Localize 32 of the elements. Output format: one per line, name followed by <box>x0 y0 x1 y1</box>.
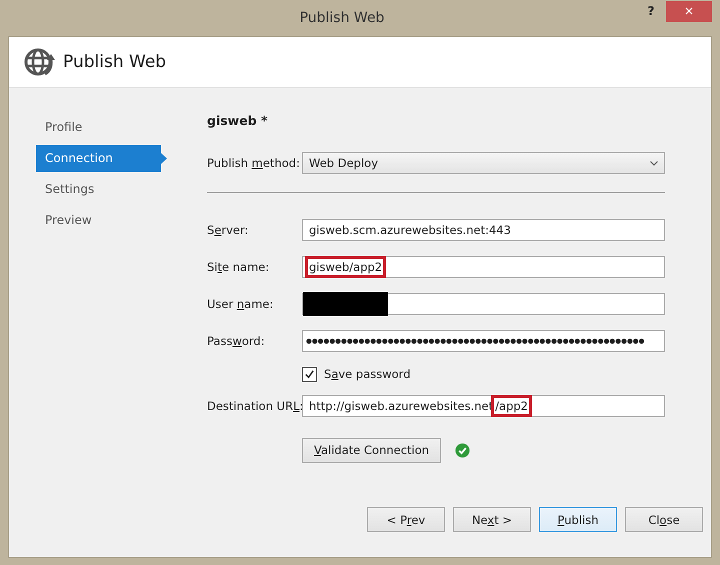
input-field[interactable]: gisweb.scm.azurewebsites.net:443 <box>302 219 665 241</box>
sidebar-item[interactable]: Profile <box>36 114 167 141</box>
header-title: Publish Web <box>63 52 166 72</box>
dialog-button[interactable]: < Prev <box>367 507 445 532</box>
profile-name: gisweb * <box>207 113 269 128</box>
dialog-button[interactable]: Close <box>625 507 703 532</box>
checkbox-label: Save password <box>324 367 411 381</box>
sidebar-item[interactable]: Settings <box>36 176 167 203</box>
input-field[interactable] <box>302 293 665 315</box>
dialog-button[interactable]: Publish <box>539 507 617 532</box>
dialog-button[interactable]: Next > <box>453 507 531 532</box>
highlighted-value: /app2 <box>491 395 532 417</box>
field-label: Site name: <box>207 260 270 274</box>
save-password-checkbox[interactable] <box>302 366 317 382</box>
input-field[interactable]: gisweb/app2 <box>302 256 665 278</box>
caret-icon <box>650 160 658 166</box>
field-label: Password: <box>207 334 266 348</box>
globe-icon <box>23 46 55 78</box>
field-label: Destination URL: <box>207 399 302 413</box>
validate-connection-button[interactable]: Validate Connection <box>302 438 442 462</box>
close-button[interactable]: × <box>666 0 712 22</box>
window-title: Publish Web <box>298 10 386 26</box>
field-label: Server: <box>207 223 250 237</box>
help-button[interactable]: ? <box>636 1 666 21</box>
sidebar-item[interactable]: Connection <box>36 145 167 172</box>
field-label: User name: <box>207 297 274 311</box>
publish-method-dropdown[interactable]: Web Deploy <box>302 152 665 174</box>
input-field[interactable]: http://gisweb.azurewebsites.net /app2 <box>302 395 665 417</box>
field-label: Publish method: <box>207 156 301 170</box>
field-value: gisweb.scm.azurewebsites.net:443 <box>308 222 512 239</box>
highlighted-value: gisweb/app2 <box>305 256 386 278</box>
sidebar-item[interactable]: Preview <box>36 207 167 234</box>
